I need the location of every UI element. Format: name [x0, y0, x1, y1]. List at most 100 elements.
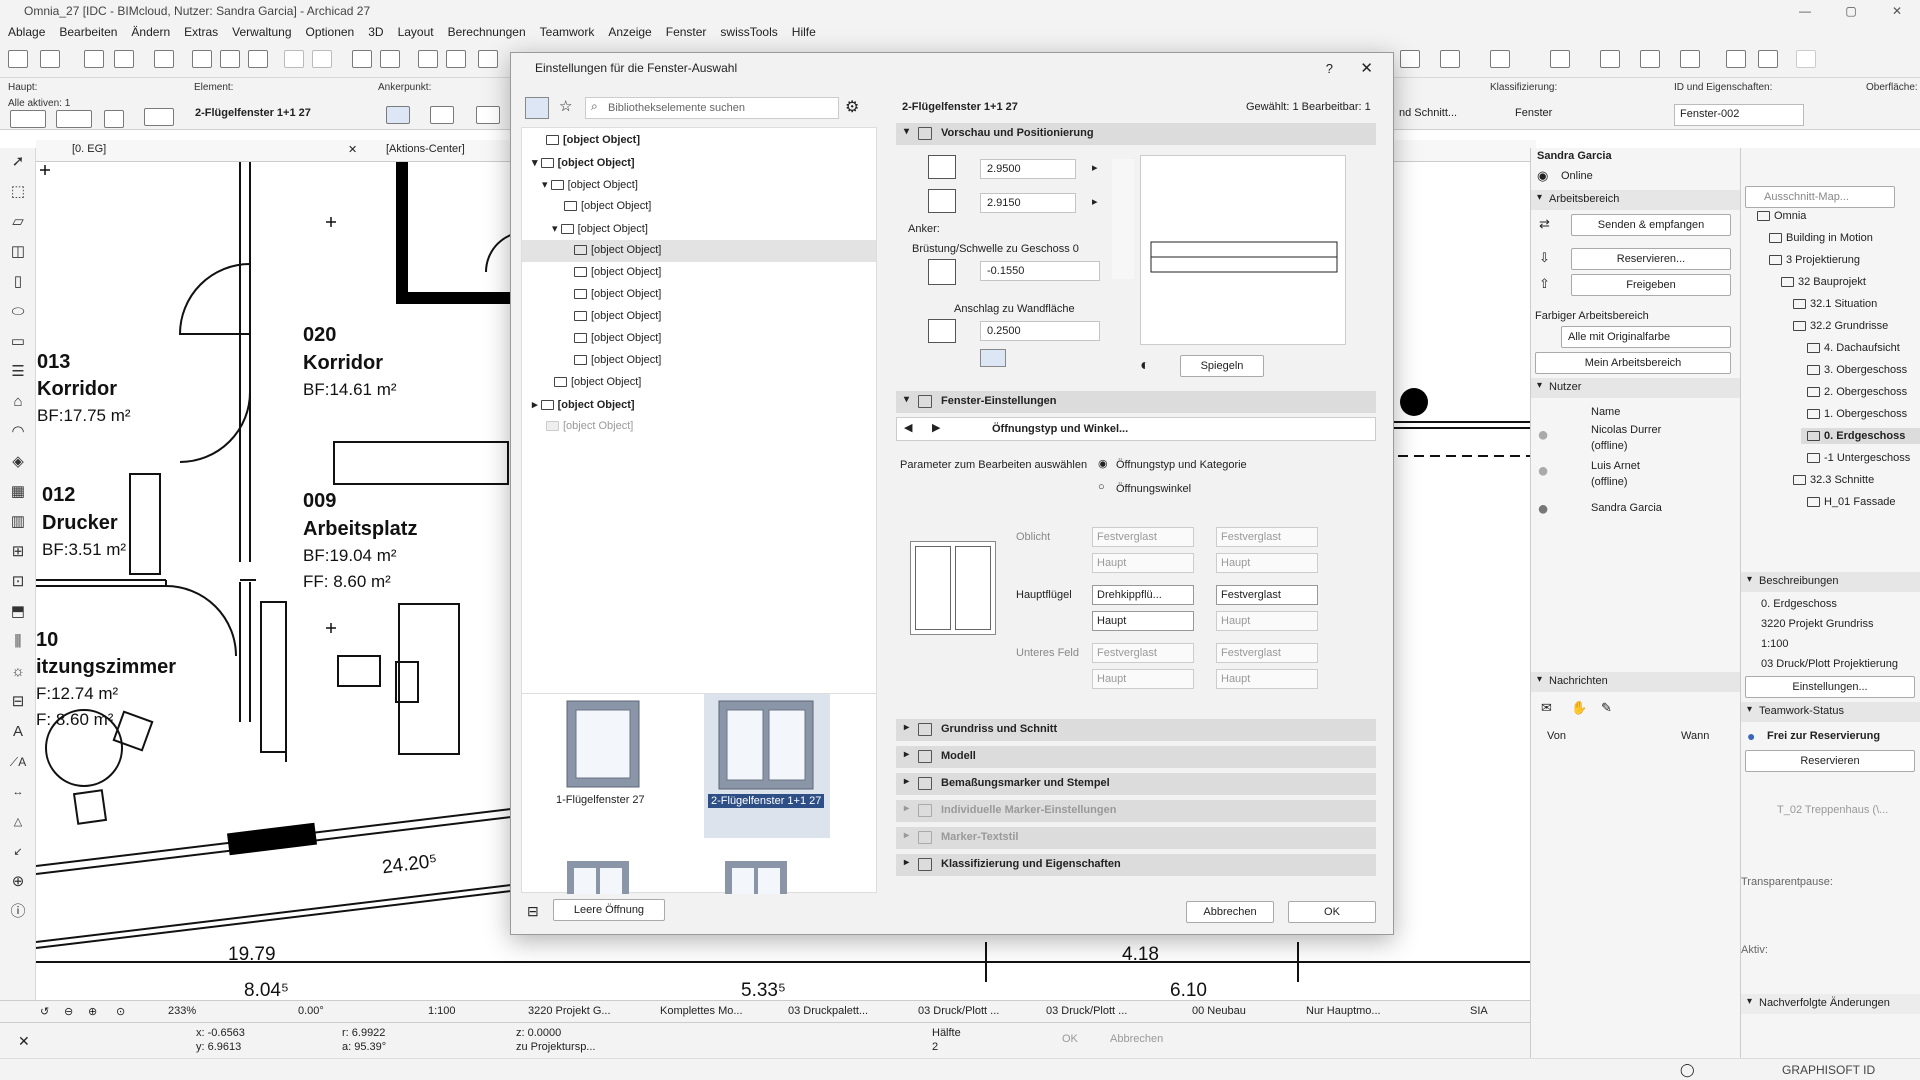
coord-ok-button[interactable]: OK	[1062, 1033, 1078, 1045]
nav-item[interactable]: Omnia	[1757, 210, 1806, 222]
copy-icon[interactable]	[220, 50, 240, 68]
lamp-tool-icon[interactable]: ☼	[7, 662, 29, 682]
redo-icon[interactable]	[312, 50, 332, 68]
user-icon[interactable]: ◯	[1680, 1062, 1695, 1078]
lower-left-type[interactable]: Haupt	[1092, 669, 1194, 689]
menu-anzeige[interactable]: Anzeige	[608, 25, 651, 39]
mirror-button[interactable]: Spiegeln	[1180, 355, 1264, 377]
nutzer-header[interactable]: Nutzer	[1531, 378, 1740, 398]
menu-hilfe[interactable]: Hilfe	[792, 25, 816, 39]
empty-opening-icon[interactable]: ⊟	[527, 903, 539, 920]
oblicht-right-dropdown[interactable]: Festverglast	[1216, 527, 1318, 547]
nav-item[interactable]: 1. Obergeschoss	[1807, 408, 1907, 420]
marquee-icon[interactable]	[56, 110, 92, 128]
zone-tool-icon[interactable]: ⬒	[7, 602, 29, 622]
nav-item[interactable]: H_01 Fassade	[1807, 496, 1896, 508]
menu-aendern[interactable]: Ändern	[131, 25, 170, 39]
lower-right-type[interactable]: Haupt	[1216, 669, 1318, 689]
stair-tool-icon[interactable]: ☰	[7, 362, 29, 382]
library-search-input[interactable]: Bibliothekselemente suchen	[585, 97, 839, 119]
menu-berechnungen[interactable]: Berechnungen	[448, 25, 526, 39]
geometry-icon[interactable]	[144, 108, 174, 126]
arbeitsbereich-header[interactable]: Arbeitsbereich	[1531, 190, 1740, 210]
publish-icon[interactable]	[154, 50, 174, 68]
column-tool-icon[interactable]: ▯	[7, 272, 29, 292]
nav-item[interactable]: Building in Motion	[1769, 232, 1873, 244]
dimension-label[interactable]: 6.10	[1170, 980, 1207, 1000]
window-tool-icon[interactable]: ⊞	[7, 542, 29, 562]
anchor-center-icon[interactable]	[430, 106, 454, 124]
nav-item[interactable]: 32.1 Situation	[1793, 298, 1877, 310]
menu-layout[interactable]: Layout	[398, 25, 434, 39]
reserve-view-button[interactable]: Reservieren	[1745, 750, 1915, 772]
dialog-close-button[interactable]: ✕	[1360, 59, 1373, 77]
room-number[interactable]: 020	[303, 324, 336, 347]
tree-row[interactable]: ▾ [object Object]	[522, 174, 876, 196]
coord-z[interactable]: z: 0.0000	[516, 1027, 561, 1039]
dimension-tool-icon[interactable]: ↔	[7, 782, 29, 802]
close-button[interactable]: ✕	[1874, 0, 1920, 22]
navigator-search[interactable]: Ausschnitt-Map...	[1745, 186, 1895, 208]
eyedropper-icon[interactable]	[478, 50, 498, 68]
room-area-ff[interactable]: FF: 8.60 m²	[303, 572, 391, 592]
oblicht-left-dropdown[interactable]: Festverglast	[1092, 527, 1194, 547]
wann-column[interactable]: Wann	[1681, 730, 1709, 742]
room-name[interactable]: Korridor	[303, 352, 383, 375]
room-number[interactable]: 009	[303, 490, 336, 513]
width-input[interactable]: 2.9500	[980, 159, 1076, 179]
render-icon[interactable]	[1490, 50, 1510, 68]
nav-item[interactable]: 3 Projektierung	[1769, 254, 1860, 266]
snap-division-count[interactable]: 2	[932, 1041, 938, 1053]
coord-cancel-button[interactable]: Abbrechen	[1110, 1033, 1163, 1045]
next-page-icon[interactable]: ▶	[932, 421, 940, 434]
renovation-filter[interactable]: 00 Neubau	[1192, 1005, 1246, 1017]
my-workspace-button[interactable]: Mein Arbeitsbereich	[1535, 352, 1731, 374]
nav-item[interactable]: 4. Dachaufsicht	[1807, 342, 1900, 354]
room-name[interactable]: itzungszimmer	[36, 656, 176, 679]
lower-right-dropdown[interactable]: Festverglast	[1216, 643, 1318, 663]
maximize-button[interactable]: ▢	[1828, 0, 1874, 22]
level-tool-icon[interactable]: △	[7, 812, 29, 832]
nav-item[interactable]: 2. Obergeschoss	[1807, 386, 1907, 398]
favorites-star-icon[interactable]: ☆	[559, 97, 572, 115]
room-area[interactable]: F:12.74 m²	[36, 684, 118, 704]
orbit-icon[interactable]	[1640, 50, 1660, 68]
anchor-left-icon[interactable]	[386, 106, 410, 124]
main-sash-left-type[interactable]: Haupt	[1092, 611, 1194, 631]
dimension-label[interactable]: 5.33⁵	[741, 980, 786, 1000]
section-bemassung[interactable]: ▸ Bemaßungsmarker und Stempel	[896, 773, 1376, 795]
room-name[interactable]: Drucker	[42, 512, 118, 535]
section-icon[interactable]	[1400, 50, 1420, 68]
coord-reference[interactable]: zu Projektursp...	[516, 1041, 595, 1053]
window-thumbnail-3[interactable]	[566, 860, 630, 894]
text-tool-icon[interactable]: A	[7, 722, 29, 742]
tree-row[interactable]: [object Object]	[522, 130, 876, 152]
radio-unchecked-icon[interactable]: ○	[1098, 481, 1105, 493]
inbox-icon[interactable]: ✉	[1541, 700, 1552, 716]
tree-row[interactable]: [object Object]	[522, 262, 876, 284]
menu-ablage[interactable]: Ablage	[8, 25, 45, 39]
dimension-label[interactable]: 19.79	[228, 944, 276, 966]
room-name[interactable]: Korridor	[37, 378, 117, 401]
beschreibungen-header[interactable]: Beschreibungen	[1741, 572, 1920, 592]
grid-icon[interactable]	[380, 50, 400, 68]
tree-row[interactable]: ▸ [object Object]	[522, 394, 876, 416]
cut-icon[interactable]	[192, 50, 212, 68]
request-icon[interactable]: ✋	[1571, 700, 1587, 716]
save-icon[interactable]	[84, 50, 104, 68]
label-tool-icon[interactable]: ⊟	[7, 692, 29, 712]
open-file-icon[interactable]	[40, 50, 60, 68]
height-arrow-icon[interactable]: ▸	[1092, 195, 1098, 208]
door-tool-icon[interactable]: ◫	[7, 242, 29, 262]
beam-tool-icon[interactable]: ▭	[7, 332, 29, 352]
section-vorschau[interactable]: ▾ Vorschau und Positionierung	[896, 123, 1376, 145]
railing-tool-icon[interactable]: ⫼	[7, 632, 29, 652]
help-icon[interactable]	[1796, 50, 1816, 68]
double-window-thumbnail[interactable]	[718, 700, 814, 790]
favorites-icon[interactable]	[446, 50, 466, 68]
menu-teamwork[interactable]: Teamwork	[540, 25, 595, 39]
tree-row[interactable]: [object Object]	[522, 416, 876, 438]
menu-swisstools[interactable]: swissTools	[720, 25, 777, 39]
pen-set[interactable]: 03 Druckpalett...	[788, 1005, 868, 1017]
layer-select-icon[interactable]	[10, 110, 46, 128]
